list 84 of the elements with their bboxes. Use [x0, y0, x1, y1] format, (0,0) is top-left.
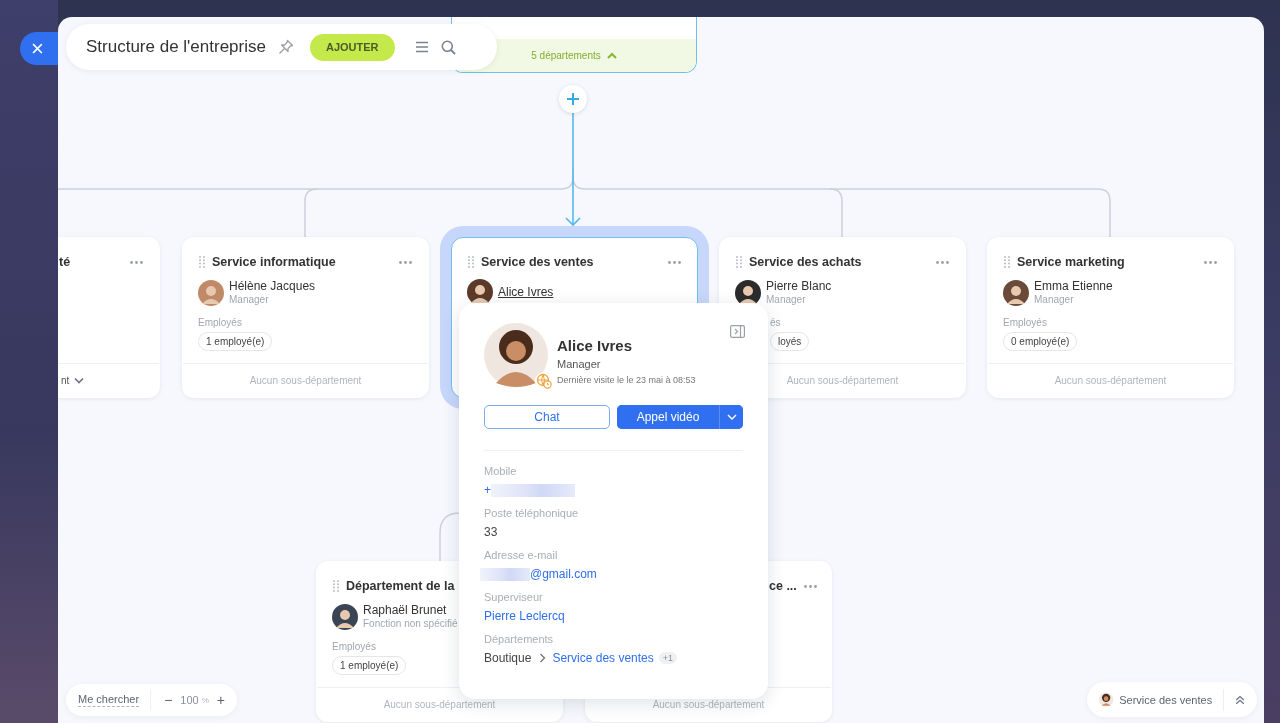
employees-label: Employés: [198, 317, 242, 328]
department-title: Service marketing: [1017, 255, 1126, 269]
subdepartments-toggle[interactable]: nt: [61, 375, 70, 386]
department-title: Département de la: [346, 579, 456, 593]
more-icon[interactable]: [399, 260, 412, 264]
field-label: Mobile: [484, 465, 518, 477]
chevron-right-icon: [539, 653, 547, 663]
manager-role: Manager: [1034, 293, 1075, 306]
zoom-in-button[interactable]: +: [214, 692, 227, 708]
current-department-bar[interactable]: Service des ventes: [1087, 682, 1257, 717]
person-role: Manager: [557, 358, 602, 370]
more-icon[interactable]: [1204, 260, 1217, 264]
find-me-link[interactable]: Me chercher: [78, 693, 140, 707]
side-panel-icon[interactable]: [730, 325, 745, 338]
department-title: ce ...: [769, 579, 797, 593]
drag-handle-icon[interactable]: [333, 580, 339, 592]
department-title: té: [59, 255, 72, 269]
department-card[interactable]: té nt: [58, 237, 160, 398]
drag-handle-icon[interactable]: [1004, 256, 1010, 268]
redacted-value: [480, 567, 530, 581]
department-card[interactable]: Service marketing Emma Etienne Manager Employés 0 employé(e) Aucun sous-département: [987, 237, 1234, 398]
page-title: Structure de l'entreprise: [86, 37, 266, 57]
supervisor-link[interactable]: Pierre Leclercq: [484, 609, 565, 623]
manager-name[interactable]: Raphaël Brunet: [363, 603, 447, 617]
no-subdepartment-text: Aucun sous-département: [1054, 375, 1167, 386]
drag-handle-icon[interactable]: [736, 256, 742, 268]
manager-name[interactable]: Pierre Blanc: [766, 279, 832, 293]
last-visit-text: Dernière visite le le 23 mai à 08:53: [557, 375, 696, 385]
manager-role: Manager: [766, 293, 807, 306]
avatar: [1099, 691, 1114, 708]
field-label: Poste téléphonique: [484, 507, 580, 519]
manager-name[interactable]: Emma Etienne: [1034, 279, 1113, 293]
department-title: Service des achats: [749, 255, 863, 269]
department-title: Service des ventes: [481, 255, 595, 269]
add-button[interactable]: AJOUTER: [309, 33, 395, 61]
menu-icon[interactable]: [414, 41, 429, 53]
department-card[interactable]: Service informatique Hélène Jacques Manager Employés 1 employé(e) Aucun sous-département: [182, 237, 429, 398]
employees-label: és: [770, 317, 781, 328]
avatar[interactable]: [332, 603, 358, 630]
video-call-menu-button[interactable]: [719, 405, 743, 429]
avatar[interactable]: [735, 279, 761, 306]
chevron-icon[interactable]: [74, 377, 85, 384]
avatar[interactable]: [467, 279, 493, 305]
more-icon[interactable]: [803, 584, 817, 588]
department-title: Service informatique: [212, 255, 337, 269]
chevron-icon: [606, 51, 617, 60]
phone-number[interactable]: +: [484, 483, 491, 497]
close-button[interactable]: ×: [20, 32, 58, 65]
chat-button[interactable]: Chat: [484, 405, 610, 429]
field-label: Superviseur: [484, 591, 544, 603]
manager-role: Fonction non spécifié: [363, 617, 458, 630]
pin-icon[interactable]: [277, 39, 294, 55]
plus-icon: [566, 92, 580, 106]
no-subdepartment-text: Aucun sous-département: [249, 375, 362, 386]
manager-name[interactable]: Hélène Jacques: [229, 279, 316, 293]
zoom-unit: %: [201, 695, 209, 705]
caret-icon: [726, 414, 737, 420]
globe-clock-icon: [535, 372, 553, 390]
employees-label: Employés: [1003, 317, 1047, 328]
no-subdepartment-text: Aucun sous-département: [786, 375, 899, 386]
drag-handle-icon[interactable]: [468, 256, 474, 268]
field-label: Départements: [484, 633, 555, 645]
current-department-name: Service des ventes: [1119, 693, 1213, 706]
search-icon[interactable]: [440, 39, 456, 55]
manager-role: Manager: [229, 293, 270, 306]
no-subdepartment-text: Aucun sous-département: [383, 699, 496, 710]
manager-name[interactable]: Alice Ivres: [498, 285, 554, 299]
no-subdepartment-text: Aucun sous-département: [652, 699, 765, 710]
field-value: 33: [484, 525, 498, 539]
avatar: [484, 323, 548, 387]
zoom-level: 100: [180, 694, 199, 706]
connector-line: [439, 512, 461, 562]
double-chevron-up-icon[interactable]: [1234, 693, 1245, 706]
avatar[interactable]: [1003, 279, 1029, 306]
add-button[interactable]: [559, 85, 587, 113]
employees-label: Employés: [332, 641, 376, 652]
more-icon[interactable]: [936, 260, 949, 264]
person-name: Alice Ivres: [557, 337, 634, 354]
drag-handle-icon[interactable]: [199, 256, 205, 268]
more-icon[interactable]: [130, 260, 143, 264]
department-link[interactable]: Boutique: [484, 651, 532, 665]
more-icon[interactable]: [668, 260, 681, 264]
zoom-out-button[interactable]: −: [162, 692, 175, 708]
field-label: Adresse e-mail: [484, 549, 559, 561]
